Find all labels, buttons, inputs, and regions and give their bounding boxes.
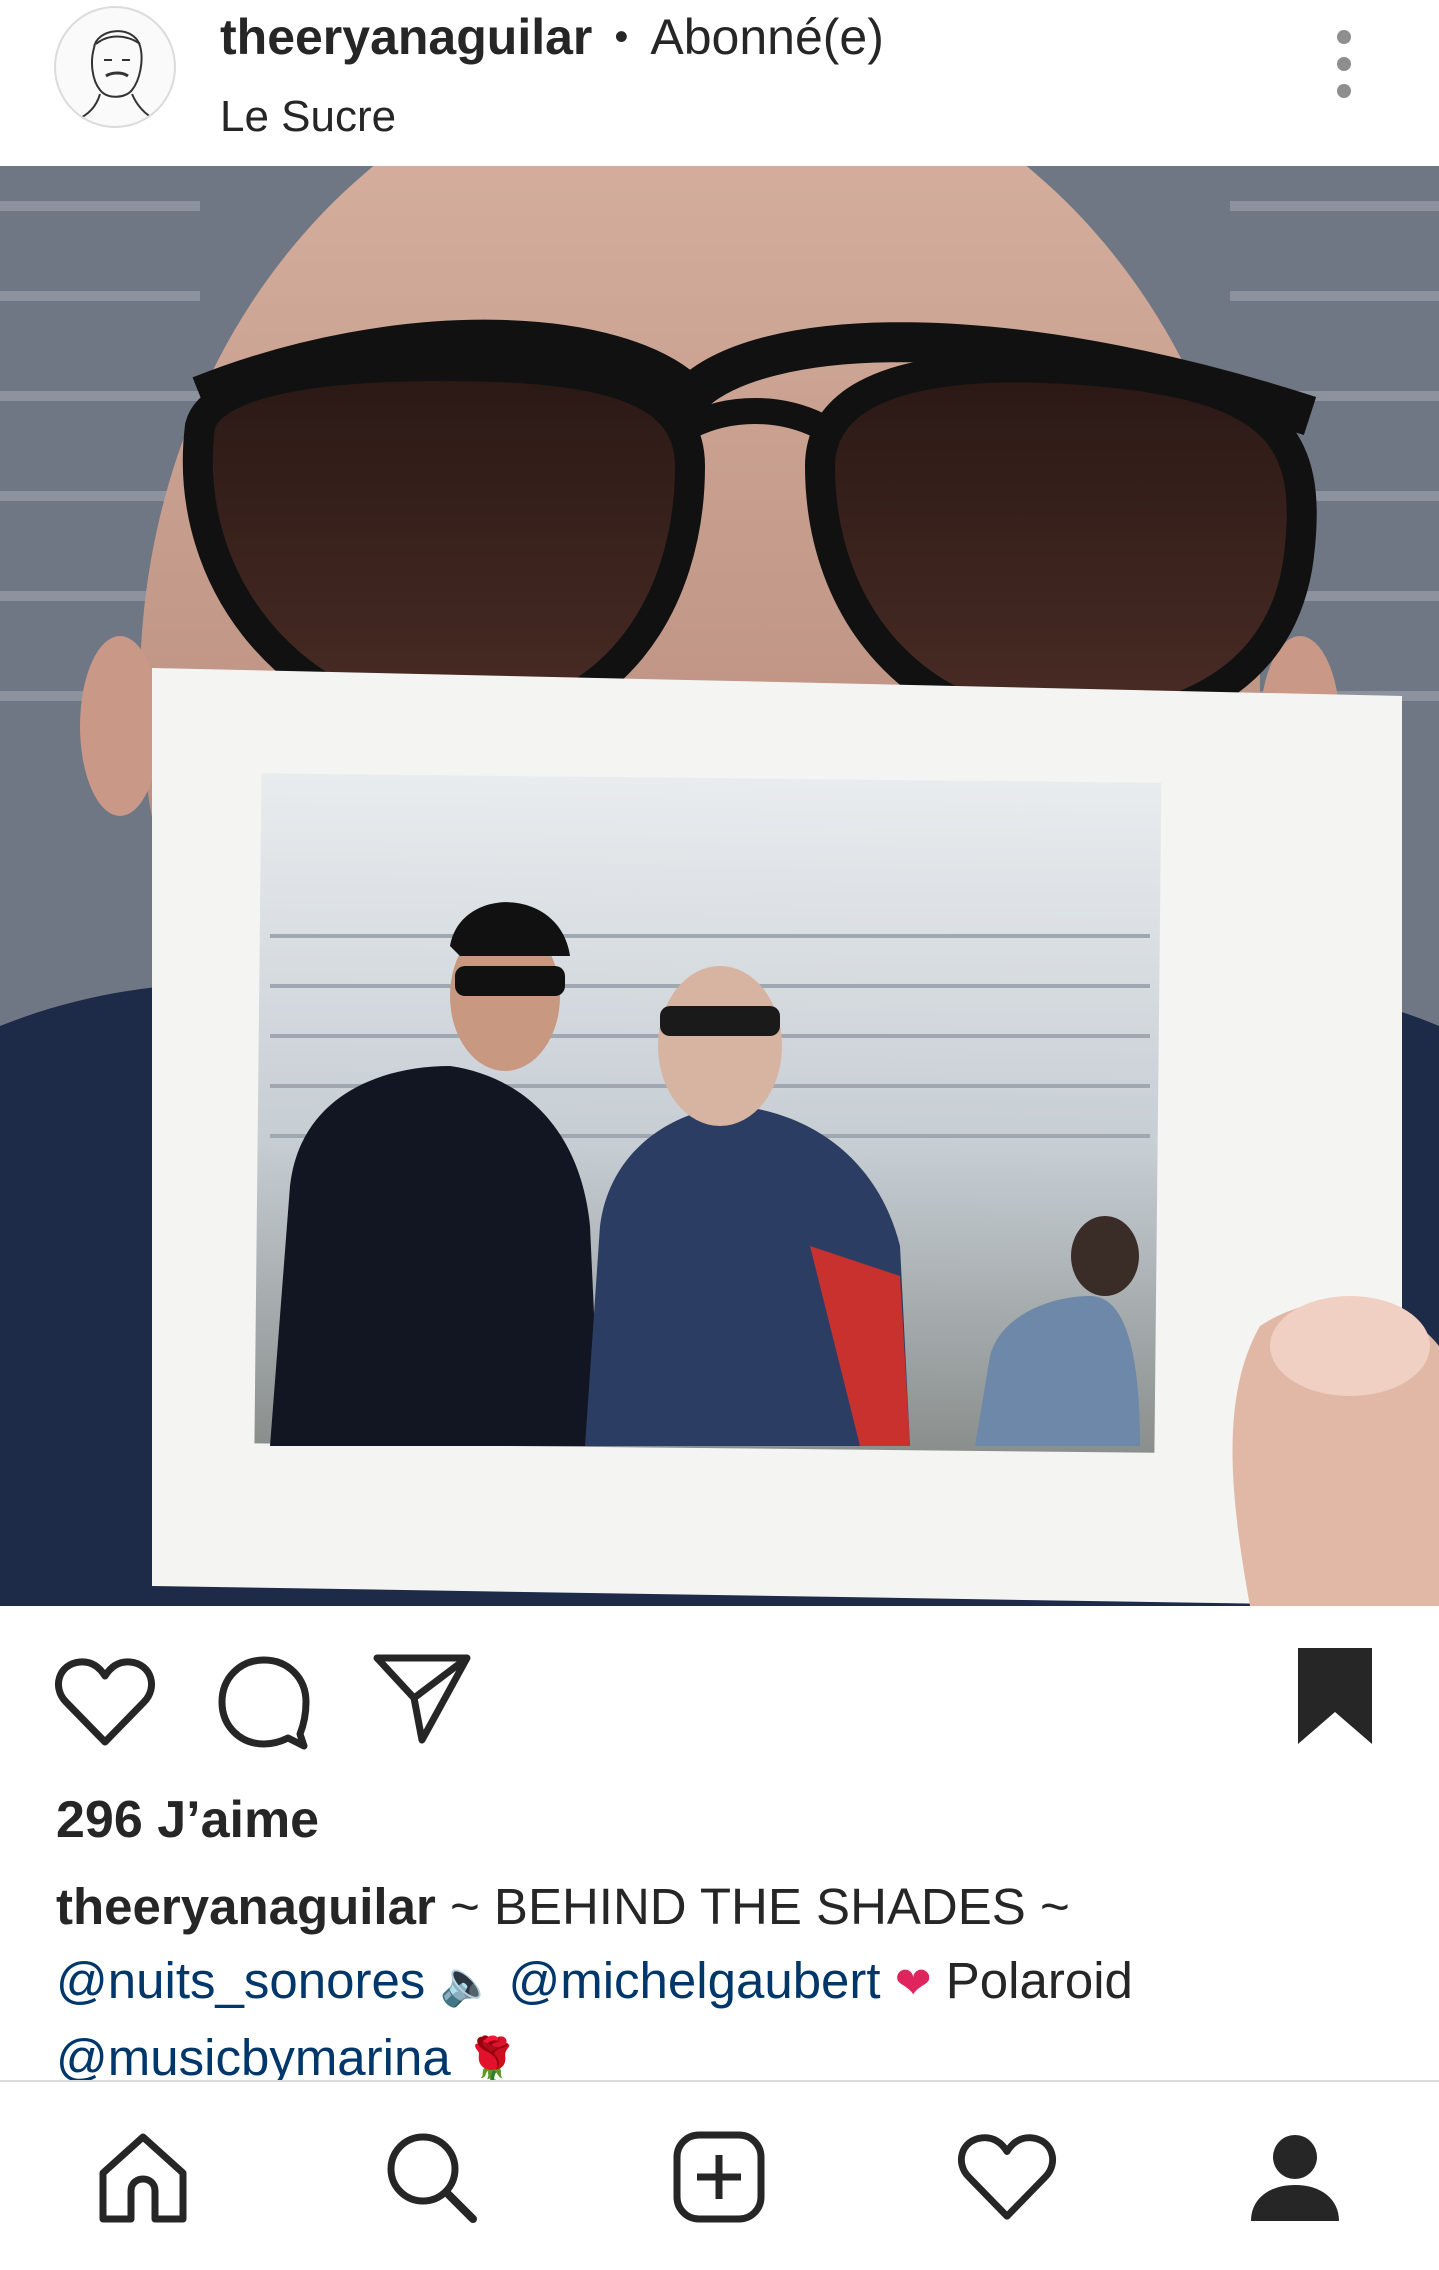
comment-bubble-icon[interactable] [216, 1654, 312, 1750]
rose-emoji: 🌹 [464, 2036, 520, 2085]
mention-musicbymarina[interactable]: @musicbymarina [56, 2029, 451, 2086]
separator-dot: • [614, 14, 629, 59]
home-icon [99, 2133, 187, 2223]
more-dot [1337, 30, 1351, 44]
post-photo[interactable] [0, 166, 1439, 1606]
more-dot [1337, 57, 1351, 71]
more-dot [1337, 84, 1351, 98]
post-caption: theeryanaguilar ~ BEHIND THE SHADES ~ @n… [56, 1870, 1396, 2098]
nav-activity[interactable] [952, 2122, 1062, 2232]
profile-icon [1251, 2135, 1339, 2221]
nav-profile[interactable] [1240, 2122, 1350, 2232]
avatar[interactable] [54, 6, 176, 128]
post-location[interactable]: Le Sucre [220, 92, 396, 142]
like-count[interactable]: 296 J’aime [56, 1790, 319, 1850]
add-post-icon [673, 2131, 765, 2223]
post-username[interactable]: theeryanaguilar [220, 8, 592, 66]
caption-text: ~ BEHIND THE SHADES ~ [435, 1878, 1070, 1935]
bookmark-filled-icon[interactable] [1296, 1646, 1374, 1746]
avatar-sketch-icon [75, 30, 157, 121]
speaker-emoji: 🔈 [439, 1959, 495, 2008]
mention-michelgaubert[interactable]: @michelgaubert [508, 1952, 880, 2009]
activity-heart-icon [958, 2134, 1056, 2220]
paper-plane-icon[interactable] [372, 1652, 472, 1744]
username-line: theeryanaguilar • Abonné(e) [220, 6, 884, 68]
heart-emoji: ❤ [894, 1959, 932, 2008]
post-header: theeryanaguilar • Abonné(e) Le Sucre [0, 0, 1439, 166]
heart-outline-icon[interactable] [54, 1656, 156, 1748]
caption-username[interactable]: theeryanaguilar [56, 1878, 436, 1935]
caption-line-2: @nuits_sonores 🔈 @michelgaubert ❤ Polaro… [56, 1944, 1396, 2021]
bottom-nav [0, 2080, 1439, 2270]
more-options-button[interactable] [1320, 26, 1368, 102]
search-icon [387, 2133, 477, 2223]
nav-home[interactable] [88, 2122, 198, 2232]
mention-nuits-sonores[interactable]: @nuits_sonores [56, 1952, 425, 2009]
post-actions [0, 1606, 1439, 1796]
caption-polaroid: Polaroid [931, 1952, 1133, 2009]
caption-line-1: theeryanaguilar ~ BEHIND THE SHADES ~ [56, 1870, 1396, 1944]
follow-status[interactable]: Abonné(e) [650, 8, 884, 66]
nav-add-post[interactable] [664, 2122, 774, 2232]
nav-search[interactable] [376, 2122, 486, 2232]
photo-illustration [0, 166, 1439, 1606]
